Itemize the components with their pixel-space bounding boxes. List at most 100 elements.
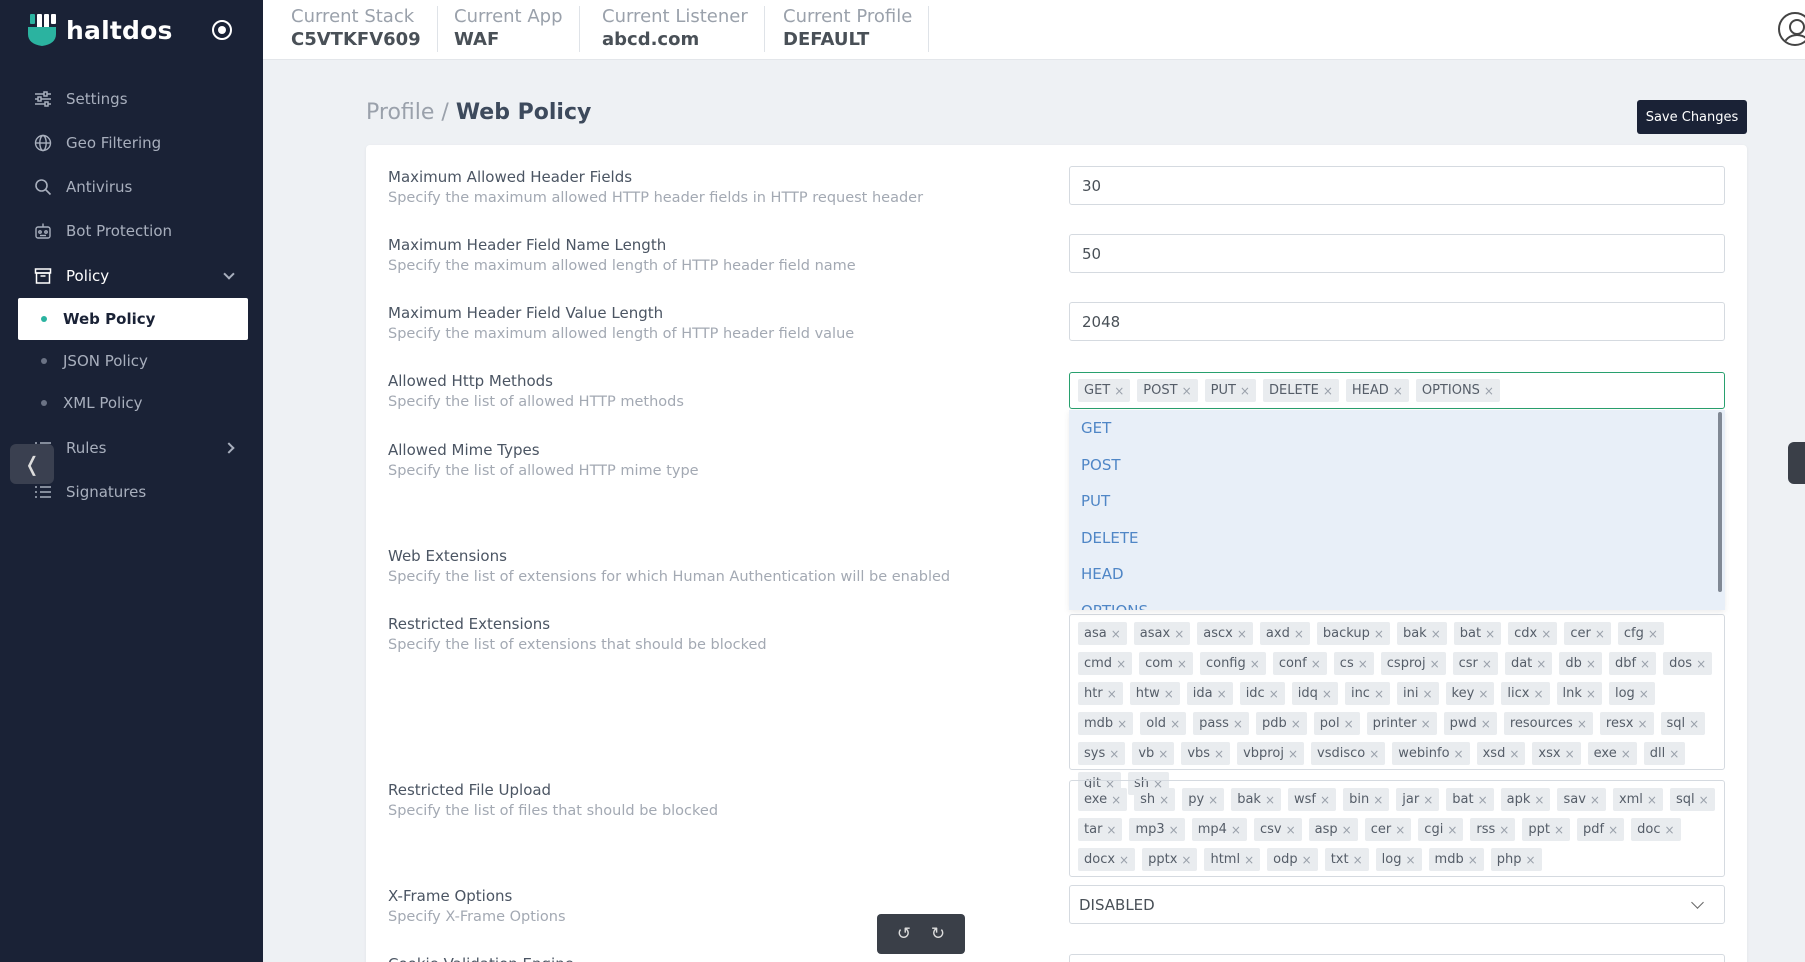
sidebar-item-web-policy[interactable]: Web Policy <box>18 298 248 340</box>
tag[interactable]: pwd × <box>1443 712 1497 735</box>
tag-remove-icon[interactable]: × <box>1369 747 1379 761</box>
tag[interactable]: com × <box>1139 652 1193 675</box>
tag[interactable]: old × <box>1140 712 1187 735</box>
max-header-fields-input[interactable]: 30 <box>1069 166 1725 205</box>
tag-remove-icon[interactable]: × <box>1422 687 1432 701</box>
tag[interactable]: vb × <box>1132 742 1175 765</box>
tag[interactable]: PUT × <box>1204 379 1256 402</box>
tag-remove-icon[interactable]: × <box>1269 687 1279 701</box>
tag-remove-icon[interactable]: × <box>1536 657 1546 671</box>
tag[interactable]: OPTIONS × <box>1415 379 1500 402</box>
tag[interactable]: sql × <box>1669 788 1715 811</box>
tag[interactable]: odp × <box>1267 848 1318 871</box>
tag[interactable]: dos × <box>1663 652 1713 675</box>
tag[interactable]: vbproj × <box>1237 742 1304 765</box>
tag[interactable]: config × <box>1199 652 1266 675</box>
tag-remove-icon[interactable]: × <box>1554 823 1564 837</box>
tag[interactable]: rss × <box>1470 818 1516 841</box>
tag-remove-icon[interactable]: × <box>1541 627 1551 641</box>
tag[interactable]: ini × <box>1397 682 1439 705</box>
tag[interactable]: apk × <box>1500 788 1551 811</box>
tag[interactable]: html × <box>1204 848 1261 871</box>
tag[interactable]: csproj × <box>1380 652 1446 675</box>
tag[interactable]: printer × <box>1366 712 1437 735</box>
tag-remove-icon[interactable]: × <box>1595 627 1605 641</box>
tag-remove-icon[interactable]: × <box>1244 853 1254 867</box>
tag-remove-icon[interactable]: × <box>1699 793 1709 807</box>
tag[interactable]: docx × <box>1078 848 1136 871</box>
dropdown-option-post[interactable]: POST <box>1069 447 1725 484</box>
tag[interactable]: pdb × <box>1255 712 1307 735</box>
tag[interactable]: xml × <box>1612 788 1663 811</box>
tag-remove-icon[interactable]: × <box>1608 823 1618 837</box>
cookie-validation-input[interactable] <box>1069 954 1725 962</box>
tag[interactable]: db × <box>1559 652 1602 675</box>
tag-remove-icon[interactable]: × <box>1311 657 1321 671</box>
dropdown-scrollbar[interactable] <box>1718 412 1722 592</box>
tag[interactable]: resx × <box>1599 712 1654 735</box>
tag[interactable]: sql × <box>1660 712 1706 735</box>
tag-remove-icon[interactable]: × <box>1640 657 1650 671</box>
collapse-sidebar-button[interactable]: ❬ <box>10 444 54 484</box>
sidebar-item-signatures[interactable]: Signatures <box>34 480 146 504</box>
tag-remove-icon[interactable]: × <box>1177 657 1187 671</box>
current-app[interactable]: Current App WAF <box>454 6 580 52</box>
tag-remove-icon[interactable]: × <box>1395 823 1405 837</box>
sidebar-item-antivirus[interactable]: Antivirus <box>34 175 132 199</box>
tag-remove-icon[interactable]: × <box>1342 823 1352 837</box>
allowed-methods-tag-input[interactable]: GET × POST × PUT × DELETE × HEAD × OPTIONS × <box>1069 372 1725 409</box>
tag-remove-icon[interactable]: × <box>1468 853 1478 867</box>
tag-remove-icon[interactable]: × <box>1358 657 1368 671</box>
tag-remove-icon[interactable]: × <box>1586 657 1596 671</box>
tag[interactable]: tar × <box>1078 818 1123 841</box>
brand[interactable]: haltdos <box>28 14 173 46</box>
tag-remove-icon[interactable]: × <box>1231 823 1241 837</box>
tag-remove-icon[interactable]: × <box>1586 687 1596 701</box>
sidebar-item-settings[interactable]: Settings <box>34 87 128 111</box>
chevron-right-icon[interactable] <box>223 442 235 454</box>
tag[interactable]: resources × <box>1503 712 1593 735</box>
tag-remove-icon[interactable]: × <box>1509 747 1519 761</box>
tag[interactable]: sh × <box>1134 788 1176 811</box>
sidebar-item-xml-policy[interactable]: XML Policy <box>18 382 248 424</box>
tag-remove-icon[interactable]: × <box>1302 853 1312 867</box>
tag-remove-icon[interactable]: × <box>1237 627 1247 641</box>
tag-remove-icon[interactable]: × <box>1423 793 1433 807</box>
tag[interactable]: pdf × <box>1577 818 1625 841</box>
current-stack[interactable]: Current Stack C5VTKFV609 <box>291 6 438 52</box>
tag-remove-icon[interactable]: × <box>1109 747 1119 761</box>
tag-remove-icon[interactable]: × <box>1111 793 1121 807</box>
tag[interactable]: csv × <box>1253 818 1302 841</box>
tag[interactable]: cer × <box>1564 622 1611 645</box>
tag[interactable]: webinfo × <box>1392 742 1470 765</box>
sidebar-item-geo-filtering[interactable]: Geo Filtering <box>34 131 161 155</box>
tag-remove-icon[interactable]: × <box>1322 687 1332 701</box>
tag-remove-icon[interactable]: × <box>1106 823 1116 837</box>
tag[interactable]: sav × <box>1557 788 1606 811</box>
tag[interactable]: sys × <box>1078 742 1126 765</box>
tag[interactable]: axd × <box>1259 622 1310 645</box>
tag[interactable]: htw × <box>1129 682 1180 705</box>
tag[interactable]: mp4 × <box>1191 818 1247 841</box>
tag[interactable]: ascx × <box>1197 622 1253 645</box>
tag-remove-icon[interactable]: × <box>1478 793 1488 807</box>
tag-remove-icon[interactable]: × <box>1323 384 1333 398</box>
restricted-extensions-tag-input[interactable]: asa × asax × ascx × axd × backup × bak × bat × cdx × cer… <box>1069 614 1725 795</box>
tag-remove-icon[interactable]: × <box>1482 657 1492 671</box>
tag[interactable]: POST × <box>1137 379 1198 402</box>
tag[interactable]: cdx × <box>1508 622 1558 645</box>
tag[interactable]: bak × <box>1231 788 1282 811</box>
sidebar-item-json-policy[interactable]: JSON Policy <box>18 340 248 382</box>
tag-remove-icon[interactable]: × <box>1119 853 1129 867</box>
tag[interactable]: idc × <box>1239 682 1285 705</box>
tag[interactable]: php × <box>1490 848 1542 871</box>
tag[interactable]: log × <box>1608 682 1655 705</box>
tag[interactable]: txt × <box>1324 848 1369 871</box>
tag-remove-icon[interactable]: × <box>1240 384 1250 398</box>
tag[interactable]: asa × <box>1078 622 1127 645</box>
tag-remove-icon[interactable]: × <box>1696 657 1706 671</box>
dropdown-option-put[interactable]: PUT <box>1069 483 1725 520</box>
tag[interactable]: xsx × <box>1532 742 1581 765</box>
tag-remove-icon[interactable]: × <box>1169 823 1179 837</box>
tag-remove-icon[interactable]: × <box>1158 747 1168 761</box>
